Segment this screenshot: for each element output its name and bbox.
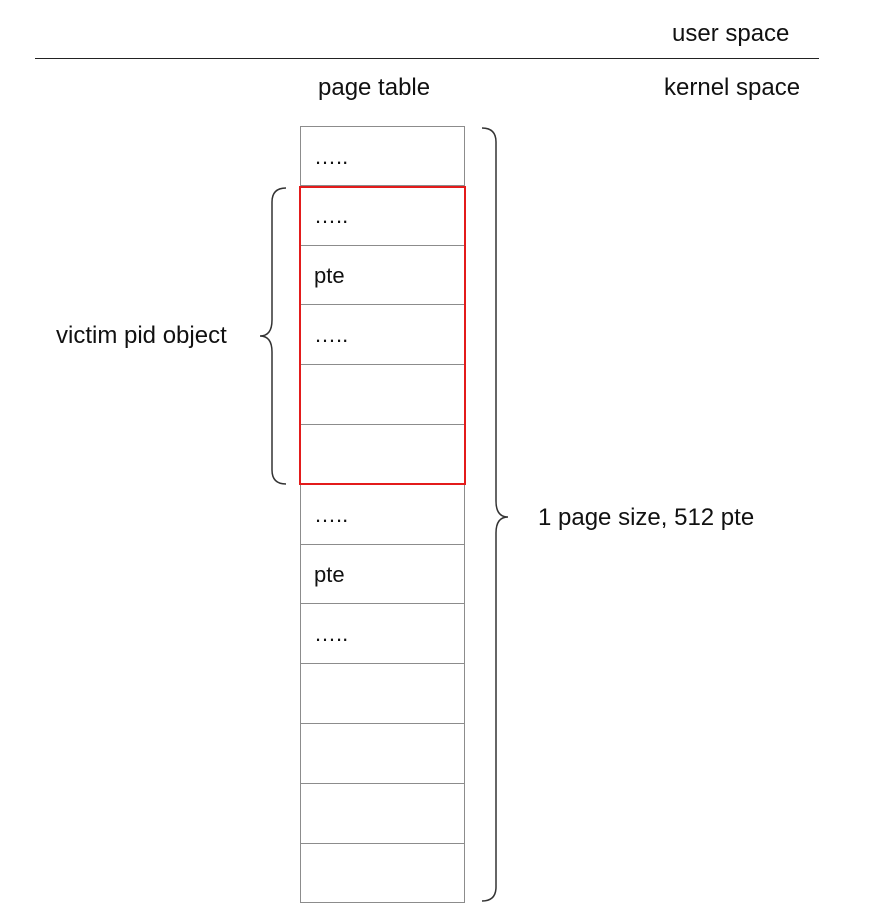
page-size-label: 1 page size, 512 pte: [538, 504, 755, 531]
page-size-brace: [481, 127, 509, 902]
victim-brace: [259, 187, 287, 485]
braces: [259, 127, 509, 902]
victim-pid-object-label: victim pid object: [56, 322, 227, 349]
